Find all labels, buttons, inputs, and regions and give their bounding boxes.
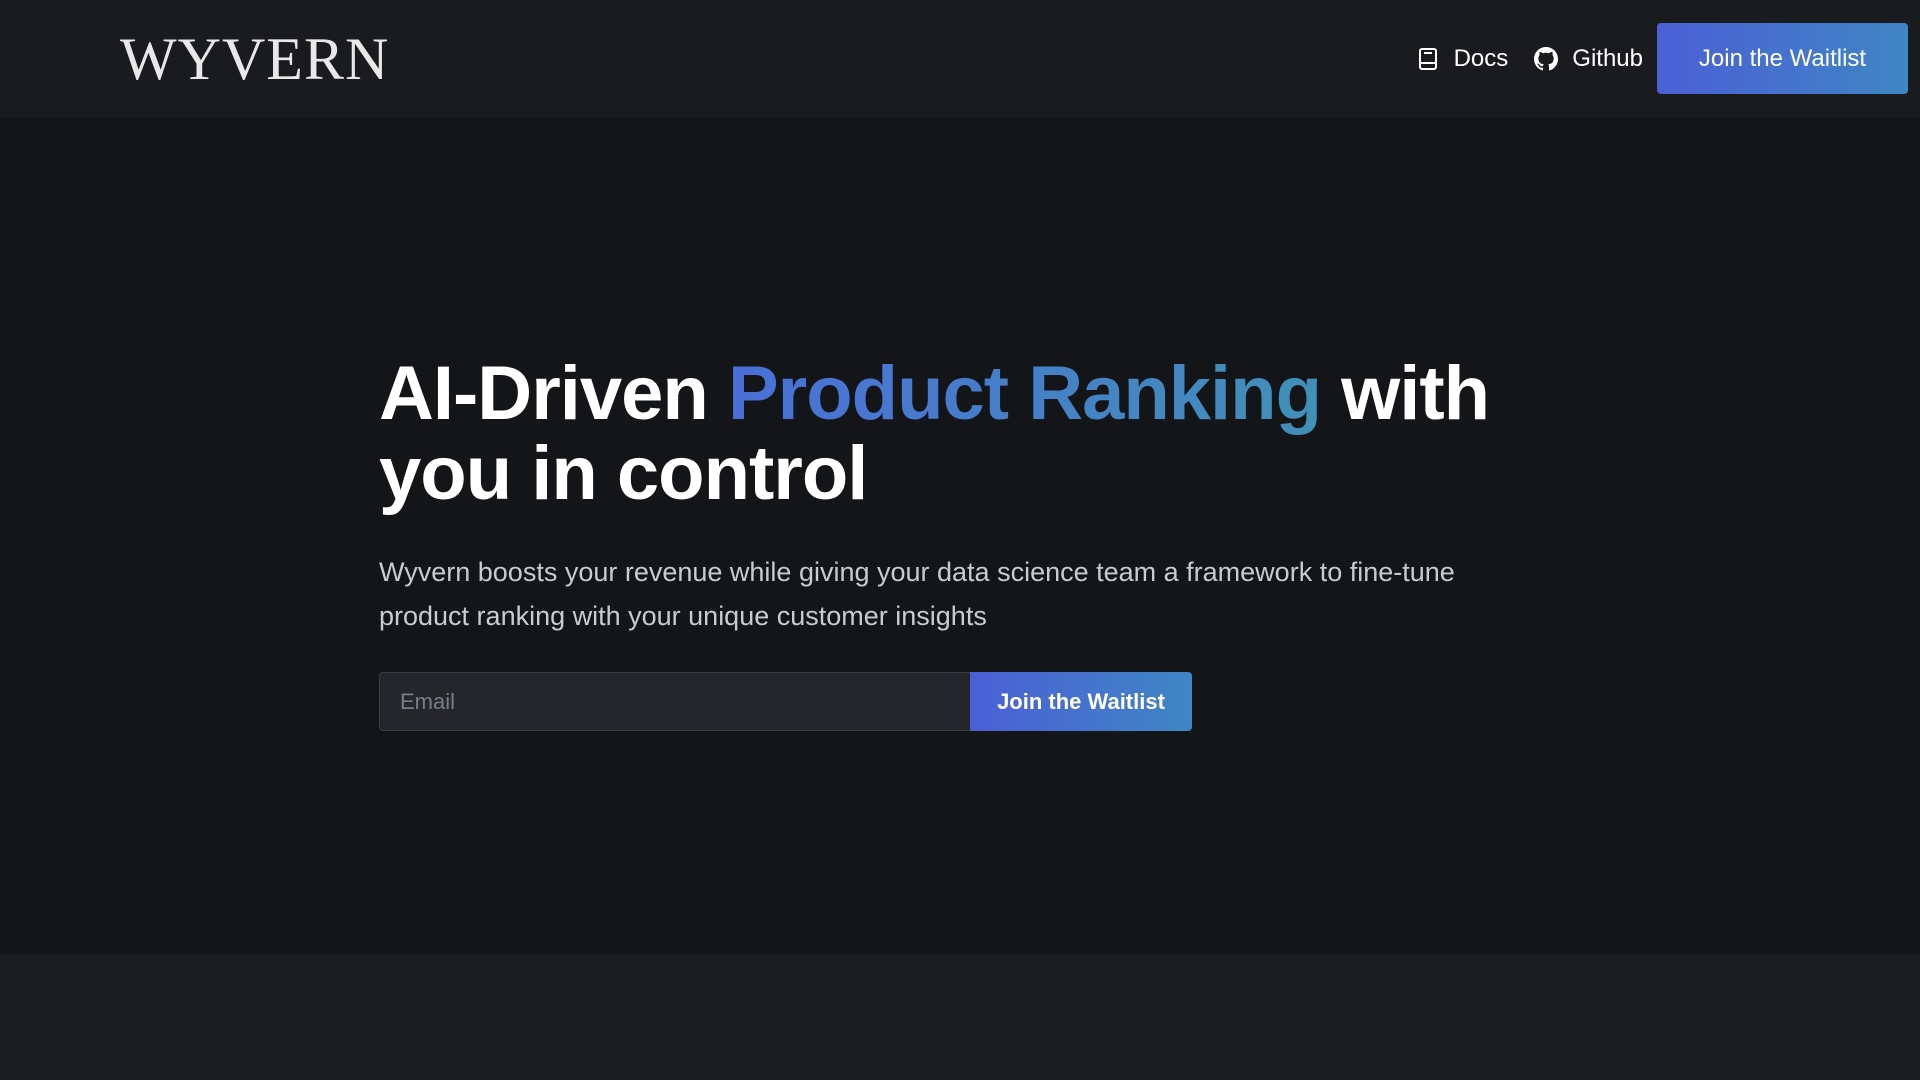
lower-section: [0, 954, 1920, 1080]
join-waitlist-submit-button[interactable]: Join the Waitlist: [970, 672, 1192, 731]
hero-headline: AI-Driven Product Ranking with you in co…: [379, 354, 1559, 514]
email-input[interactable]: [379, 672, 970, 731]
github-link[interactable]: Github: [1534, 45, 1643, 73]
docs-link[interactable]: Docs: [1416, 44, 1509, 73]
header-join-waitlist-button[interactable]: Join the Waitlist: [1657, 23, 1908, 94]
hero-description: Wyvern boosts your revenue while giving …: [379, 557, 1455, 631]
waitlist-signup-form: Join the Waitlist: [379, 672, 1192, 731]
hero-content: AI-Driven Product Ranking with you in co…: [379, 354, 1559, 731]
hero-section: AI-Driven Product Ranking with you in co…: [0, 118, 1920, 954]
header-nav: Docs Github Join the Waitlist: [1416, 23, 1908, 94]
wyvern-logo[interactable]: WYVERN: [120, 26, 389, 92]
docs-link-label: Docs: [1453, 44, 1509, 72]
github-link-label: Github: [1572, 44, 1643, 72]
github-icon: [1534, 46, 1559, 71]
headline-accent-text: Product Ranking: [727, 351, 1322, 436]
top-navigation-bar: WYVERN Docs Github Join the Waitlist: [0, 0, 1920, 118]
book-icon: [1416, 47, 1440, 71]
headline-text-start: AI-Driven: [379, 351, 728, 436]
